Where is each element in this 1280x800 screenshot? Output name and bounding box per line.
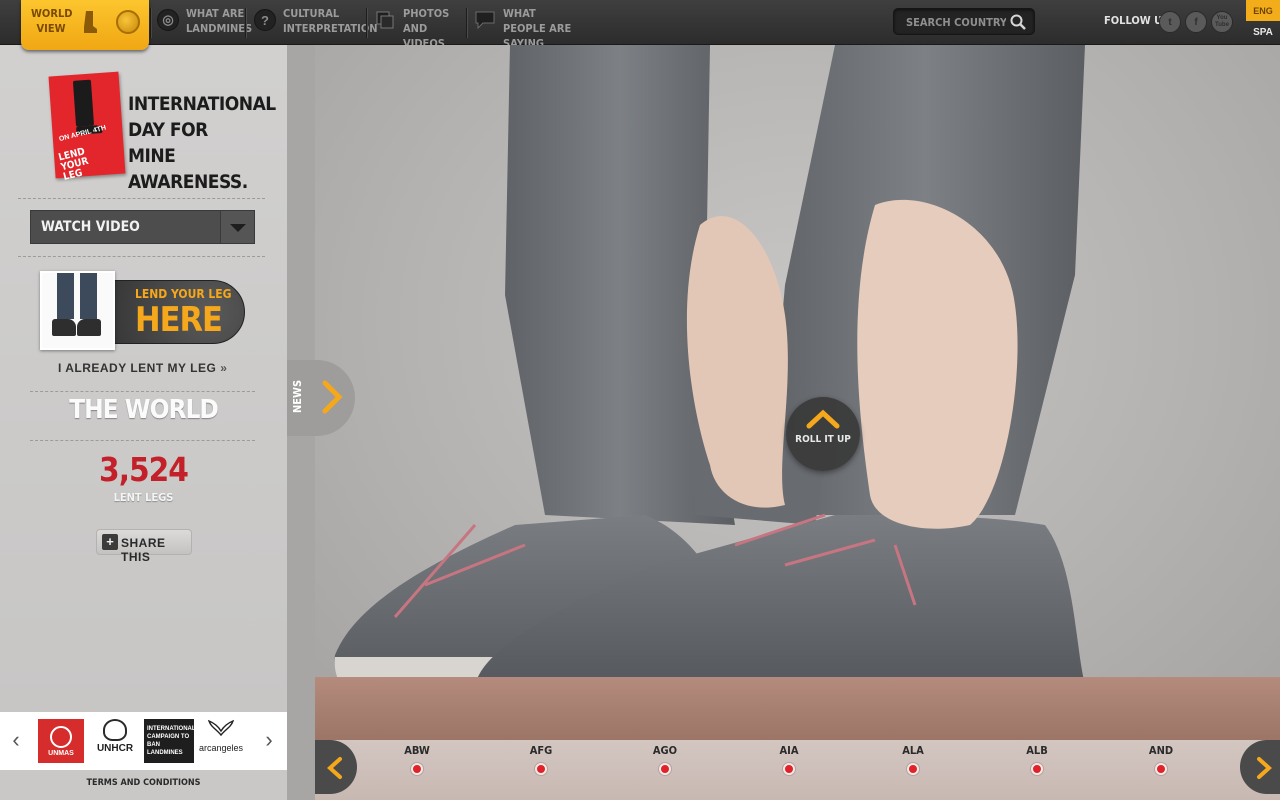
divider [18,198,265,199]
news-tab[interactable]: News [287,360,355,436]
facebook-icon[interactable]: f [1185,11,1207,33]
un-emblem-icon [50,725,72,748]
watch-video-dropdown[interactable]: Watch Video [30,210,255,244]
share-label: Share this [121,536,166,564]
divider [30,440,255,441]
globe-icon [116,10,140,34]
search-country-input[interactable] [906,13,1006,31]
hero-photo: Roll it up [315,45,1280,740]
lend-your-leg-button[interactable]: Lend your leg Here [100,280,245,344]
nav-world-view-label: World View [31,7,73,35]
chevron-right-icon[interactable]: › [259,728,279,752]
country-code: ALA [902,744,924,757]
country-alb[interactable]: ALB [1017,744,1057,775]
divider [30,391,255,392]
unmas-label: UNMAS [48,749,74,757]
country-code: AGO [652,744,678,757]
roll-it-up-button[interactable]: Roll it up [786,397,860,471]
lend-leg-thumbnail[interactable] [40,271,115,350]
already-lent-link[interactable]: I already lent my leg» [58,361,227,375]
leg-graphic [72,79,95,127]
country-code: ABW [404,744,430,757]
nav-separator [366,8,367,38]
photos-icon [374,9,396,31]
country-abw[interactable]: ABW [397,744,437,775]
chevron-down-icon[interactable] [220,211,254,243]
country-afg[interactable]: AFG [521,744,561,775]
search-box [893,8,1035,35]
country-and[interactable]: AND [1141,744,1181,775]
nav-world-view[interactable]: World View [21,0,149,50]
country-marker [783,763,795,775]
wooden-floor [315,677,1280,740]
logo-title-text: Lend your leg [57,146,90,183]
nav-separator [150,8,151,38]
search-icon[interactable] [1010,14,1026,30]
unhcr-label: UNHCR [96,743,134,754]
country-code: AFG [529,744,553,757]
sneaker-graphic [77,319,101,336]
jeans-graphic [57,273,74,319]
page-title: International day for mine awareness. [128,93,276,193]
nav-item-label: What are Landmines [186,7,253,35]
wings-icon [208,719,234,737]
plus-icon: + [102,534,118,550]
jeans-graphic [80,273,97,319]
language-spa[interactable]: SPA [1246,21,1280,43]
sneaker-graphic [52,319,76,336]
share-button[interactable]: + Share this [96,529,192,564]
question-icon: ? [254,9,276,31]
chevron-left-icon[interactable]: ‹ [6,728,26,752]
sidebar: On April 4th Lend your leg International… [0,45,287,712]
arcangeles-label: arcangeles [198,743,244,753]
country-marker [535,763,547,775]
roll-it-up-label: Roll it up [795,434,851,445]
country-aia[interactable]: AIA [769,744,809,775]
boot-icon [84,11,97,33]
speech-bubble-icon [474,9,496,31]
top-navigation-bar: World View ◎ What are Landmines ? Cultur… [0,0,1280,50]
arcangeles-logo[interactable]: arcangeles [198,719,244,763]
target-icon: ◎ [157,9,179,31]
chevron-right-icon [322,380,343,414]
divider [18,256,265,257]
language-eng[interactable]: ENG [1246,0,1280,21]
unhcr-logo[interactable]: UNHCR [94,719,136,763]
lend-your-leg-logo: On April 4th Lend your leg [48,71,126,183]
country-marker [1155,763,1167,775]
country-code: ALB [1026,744,1048,757]
nav-separator [245,8,246,38]
already-lent-label: I already lent my leg [58,361,217,375]
watch-video-label: Watch Video [41,219,140,235]
lend-button-big-text: Here [135,300,223,340]
chevron-left-icon [327,757,342,779]
country-code: AND [1148,744,1174,757]
lent-legs-count: 3,524 [99,450,189,489]
twitter-icon[interactable]: t [1159,11,1181,33]
nav-separator [466,8,467,38]
sponsors-carousel: ‹ UNMAS UNHCR International Campaign to … [0,712,287,770]
country-code: AIA [779,744,799,757]
region-title: The World [69,395,219,425]
youtube-icon[interactable]: You Tube [1211,11,1233,33]
country-marker [1031,763,1043,775]
country-ago[interactable]: AGO [645,744,685,775]
chevron-right-icon [1257,757,1272,779]
unmas-logo[interactable]: UNMAS [38,719,84,763]
country-marker [659,763,671,775]
double-chevron-right-icon: » [220,361,228,375]
country-ala[interactable]: ALA [893,744,933,775]
terms-and-conditions-link[interactable]: Terms and Conditions [0,770,287,800]
news-label: News [291,379,304,413]
nav-item-label: Cultural Interpretation [283,7,378,35]
legs-and-shoes-photo [334,45,1090,735]
lent-legs-label: Lent Legs [113,491,174,504]
icbl-logo[interactable]: International Campaign to Ban Landmines [144,719,196,763]
lend-button-small-text: Lend your leg [135,287,232,301]
unhcr-emblem-icon [103,719,127,741]
country-marker [907,763,919,775]
country-marker [411,763,423,775]
chevron-up-icon [806,409,840,429]
